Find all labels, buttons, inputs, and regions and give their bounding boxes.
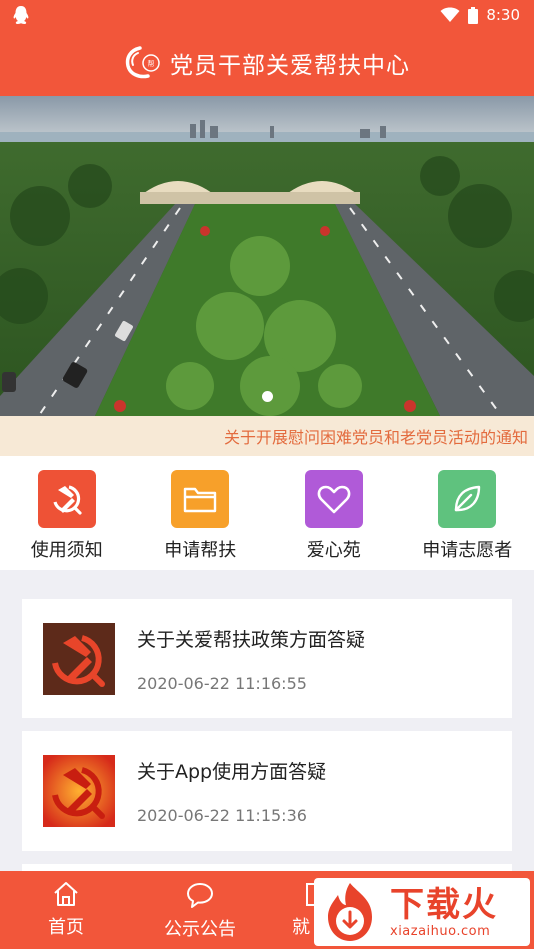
news-item[interactable] — [22, 864, 512, 871]
news-text: 关于关爱帮扶政策方面答疑 2020-06-22 11:16:55 — [137, 625, 365, 693]
quick-menu-apply-volunteer[interactable]: 申请志愿者 — [407, 470, 527, 562]
notice-marquee[interactable]: 关于开展慰问困难党员和老党员活动的通知 — [0, 416, 534, 456]
quick-menu-love-garden[interactable]: 爱心苑 — [274, 470, 394, 562]
quick-menu-apply-assistance[interactable]: 申请帮扶 — [140, 470, 260, 562]
nav-home[interactable]: 首页 — [11, 871, 121, 949]
news-title[interactable]: 关于关爱帮扶政策方面答疑 — [137, 625, 365, 652]
quick-menu-label: 爱心苑 — [306, 540, 361, 561]
page-title: 党员干部关爱帮扶中心 — [170, 53, 410, 79]
quick-menu-label: 使用须知 — [30, 540, 103, 561]
watermark-url: xiazaihuo.com — [390, 923, 491, 939]
banner-photo-highway — [0, 96, 534, 416]
svg-text:帮: 帮 — [148, 59, 155, 68]
news-title[interactable]: 关于App使用方面答疑 — [137, 757, 326, 784]
notice-text[interactable]: 关于开展慰问困难党员和老党员活动的通知 — [224, 424, 528, 448]
carousel-dot[interactable] — [261, 391, 273, 402]
news-item[interactable]: 关于关爱帮扶政策方面答疑 2020-06-22 11:16:55 — [22, 599, 512, 718]
chat-bubble-icon — [187, 883, 213, 908]
folder-icon — [171, 470, 230, 528]
qq-notification-icon — [13, 6, 29, 24]
news-text: 关于App使用方面答疑 2020-06-22 11:15:36 — [137, 757, 326, 825]
nav-label: 就 — [292, 917, 310, 938]
carousel-indicator — [0, 391, 534, 402]
quick-menu-usage-guide[interactable]: 使用须知 — [7, 470, 127, 562]
party-emblem-icon — [37, 470, 96, 528]
news-item[interactable]: 关于App使用方面答疑 2020-06-22 11:15:36 — [22, 731, 512, 851]
nav-announcements[interactable]: 公示公告 — [145, 871, 255, 949]
nav-label: 公示公告 — [164, 919, 236, 940]
app-logo-icon: 帮 — [125, 46, 160, 79]
news-thumbnail-party-emblem — [43, 755, 115, 827]
watermark-logo: 下载火 xiazaihuo.com — [314, 878, 530, 946]
watermark-title: 下载火 — [390, 884, 498, 925]
status-bar: 8:30 — [0, 0, 534, 30]
quick-menu-label: 申请帮扶 — [164, 540, 237, 561]
battery-icon — [468, 6, 479, 24]
leaf-icon — [438, 470, 497, 528]
heart-icon — [304, 470, 363, 528]
news-thumbnail-party-emblem — [43, 622, 115, 695]
news-time: 2020-06-22 11:15:36 — [137, 806, 307, 825]
wifi-icon — [440, 7, 460, 22]
nav-label: 首页 — [48, 917, 84, 938]
fire-logo-icon — [328, 883, 372, 941]
banner-carousel[interactable] — [0, 96, 534, 416]
news-time: 2020-06-22 11:16:55 — [137, 673, 307, 693]
quick-menu-label: 申请志愿者 — [422, 540, 513, 561]
watermark-text: 下载火 xiazaihuo.com — [390, 886, 498, 939]
app-header: 帮 党员干部关爱帮扶中心 — [0, 30, 534, 96]
quick-menu: 使用须知 申请帮扶 爱心苑 申请志愿者 — [0, 456, 534, 570]
status-time: 8:30 — [486, 6, 520, 24]
home-icon — [54, 882, 78, 906]
